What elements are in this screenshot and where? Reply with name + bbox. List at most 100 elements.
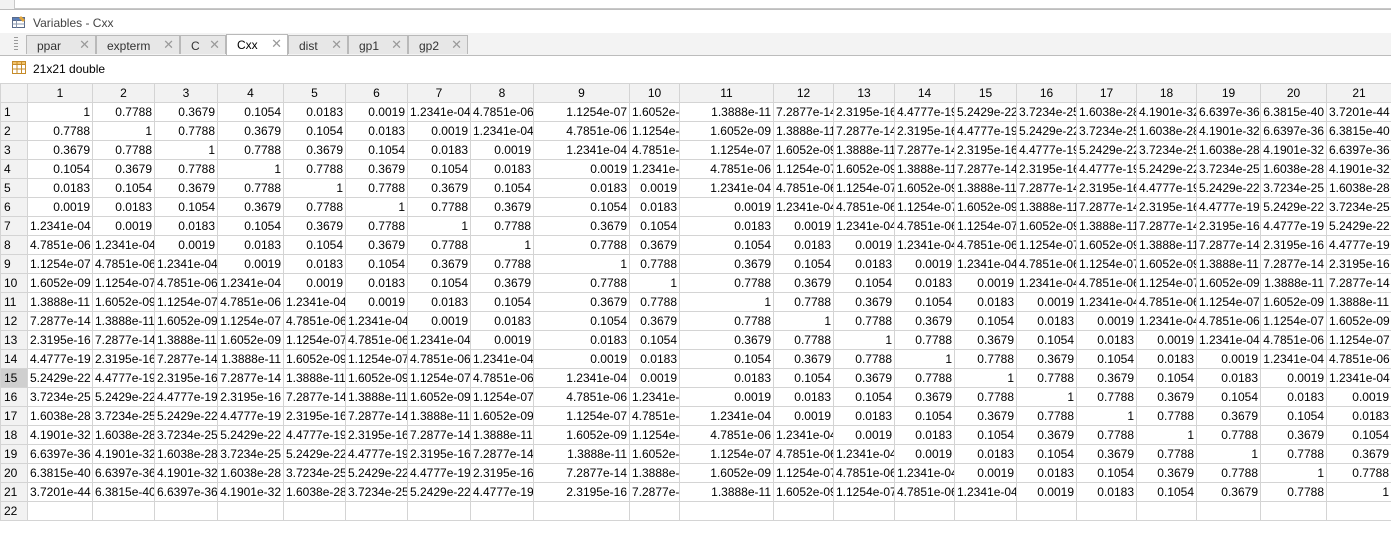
grid-cell[interactable]: 4.7851e-06 bbox=[894, 482, 955, 502]
grid-cell[interactable]: 1.1254e-07 bbox=[833, 482, 895, 502]
grid-cell[interactable]: 4.7851e-06 bbox=[629, 140, 680, 160]
grid-cell[interactable]: 1.2341e-04 bbox=[1260, 349, 1327, 369]
grid-cell[interactable]: 1.6038e-28 bbox=[1326, 178, 1391, 198]
grid-cell[interactable]: 0.7788 bbox=[679, 273, 774, 293]
grid-cell[interactable]: 7.2877e-14 bbox=[533, 463, 630, 483]
grid-cell[interactable]: 0.7788 bbox=[954, 387, 1017, 407]
grid-cell[interactable]: 5.2429e-22 bbox=[27, 368, 93, 388]
tab-ppar[interactable]: ppar ✕ bbox=[26, 35, 96, 54]
grid-cell[interactable]: 1.6052e-09 bbox=[470, 406, 534, 426]
grid-cell[interactable]: 1.3888e-11 bbox=[533, 444, 630, 464]
grid-cell[interactable]: 0.7788 bbox=[283, 197, 346, 217]
grid-cell[interactable]: 5.2429e-22 bbox=[1326, 216, 1391, 236]
grid-cell[interactable] bbox=[533, 501, 630, 521]
grid-cell[interactable]: 1.2341e-04 bbox=[773, 197, 834, 217]
grid-cell[interactable]: 0.7788 bbox=[1196, 425, 1261, 445]
grid-cell[interactable]: 1.6038e-28 bbox=[283, 482, 346, 502]
grid-cell[interactable]: 4.7851e-06 bbox=[154, 273, 218, 293]
grid-cell[interactable]: 7.2877e-14 bbox=[1196, 235, 1261, 255]
grid-cell[interactable]: 1.2341e-04 bbox=[470, 349, 534, 369]
grid-cell[interactable]: 1.6052e-09 bbox=[283, 349, 346, 369]
grid-cell[interactable]: 7.2877e-14 bbox=[894, 140, 955, 160]
tab-gp1[interactable]: gp1 ✕ bbox=[348, 35, 408, 54]
grid-cell[interactable]: 0.3679 bbox=[894, 387, 955, 407]
grid-cell[interactable]: 0.0183 bbox=[954, 292, 1017, 312]
grid-cell[interactable]: 0.0019 bbox=[283, 273, 346, 293]
grid-cell[interactable]: 5.2429e-22 bbox=[1016, 121, 1077, 141]
grid-cell[interactable]: 6.6397e-36 bbox=[154, 482, 218, 502]
grid-cell[interactable]: 1 bbox=[1136, 425, 1197, 445]
grid-cell[interactable]: 0.7788 bbox=[1136, 406, 1197, 426]
grid-cell[interactable]: 0.0183 bbox=[833, 406, 895, 426]
grid-cell[interactable] bbox=[894, 501, 955, 521]
grid-cell[interactable]: 0.3679 bbox=[533, 292, 630, 312]
grid-cell[interactable]: 1 bbox=[27, 102, 93, 122]
grid-cell[interactable]: 1.3888e-11 bbox=[629, 463, 680, 483]
grid-cell[interactable]: 0.1054 bbox=[217, 216, 284, 236]
grid-cell[interactable]: 0.1054 bbox=[954, 425, 1017, 445]
grid-cell[interactable] bbox=[1196, 501, 1261, 521]
grid-cell[interactable]: 4.1901e-32 bbox=[92, 444, 155, 464]
grid-cell[interactable]: 7.2877e-14 bbox=[629, 482, 680, 502]
grid-cell[interactable]: 0.3679 bbox=[894, 311, 955, 331]
column-header[interactable]: 17 bbox=[1076, 83, 1137, 103]
grid-cell[interactable]: 0.3679 bbox=[217, 121, 284, 141]
grid-cell[interactable]: 1 bbox=[679, 292, 774, 312]
grid-cell[interactable]: 0.0183 bbox=[470, 159, 534, 179]
grid-cell[interactable]: 0.3679 bbox=[283, 140, 346, 160]
grid-cell[interactable]: 1 bbox=[629, 273, 680, 293]
grid-cell[interactable]: 0.3679 bbox=[92, 159, 155, 179]
grid-cell[interactable]: 0.0019 bbox=[27, 197, 93, 217]
grid-cell[interactable]: 0.0019 bbox=[345, 102, 408, 122]
row-header[interactable]: 13 bbox=[0, 330, 28, 350]
grid-cell[interactable]: 1.2341e-04 bbox=[27, 216, 93, 236]
grid-cell[interactable]: 0.7788 bbox=[470, 216, 534, 236]
grid-cell[interactable]: 1.3888e-11 bbox=[679, 482, 774, 502]
grid-cell[interactable]: 1 bbox=[217, 159, 284, 179]
grid-cell[interactable]: 0.0019 bbox=[92, 216, 155, 236]
grid-cell[interactable]: 7.2877e-14 bbox=[833, 121, 895, 141]
grid-cell[interactable]: 1 bbox=[1016, 387, 1077, 407]
grid-cell[interactable]: 1.1254e-07 bbox=[894, 197, 955, 217]
grid-cell[interactable]: 0.0019 bbox=[154, 235, 218, 255]
grid-cell[interactable]: 0.7788 bbox=[773, 292, 834, 312]
grid-cell[interactable]: 0.7788 bbox=[1260, 482, 1327, 502]
grid-cell[interactable]: 0.3679 bbox=[345, 235, 408, 255]
grid-cell[interactable]: 0.7788 bbox=[833, 311, 895, 331]
grid-cell[interactable]: 6.6397e-36 bbox=[1260, 121, 1327, 141]
row-header[interactable]: 14 bbox=[0, 349, 28, 369]
grid-cell[interactable]: 0.7788 bbox=[679, 311, 774, 331]
grid-cell[interactable]: 0.3679 bbox=[629, 235, 680, 255]
grid-cell[interactable]: 0.1054 bbox=[217, 102, 284, 122]
grid-cell[interactable]: 0.0019 bbox=[1136, 330, 1197, 350]
grid-cell[interactable]: 0.0019 bbox=[679, 387, 774, 407]
grid-cell[interactable]: 1.1254e-07 bbox=[345, 349, 408, 369]
column-header[interactable]: 8 bbox=[470, 83, 534, 103]
tab-dist[interactable]: dist ✕ bbox=[288, 35, 348, 54]
grid-cell[interactable]: 7.2877e-14 bbox=[1326, 273, 1391, 293]
grid-cell[interactable]: 1 bbox=[154, 140, 218, 160]
grid-cell[interactable]: 1.2341e-04 bbox=[894, 235, 955, 255]
grid-cell[interactable]: 1.3888e-11 bbox=[773, 121, 834, 141]
grid-cell[interactable]: 0.7788 bbox=[533, 235, 630, 255]
grid-cell[interactable]: 6.3815e-40 bbox=[1326, 121, 1391, 141]
grid-cell[interactable]: 0.0183 bbox=[1016, 463, 1077, 483]
grid-cell[interactable]: 1.6052e-09 bbox=[954, 197, 1017, 217]
grid-cell[interactable]: 1.2341e-04 bbox=[773, 425, 834, 445]
grid-cell[interactable] bbox=[470, 501, 534, 521]
grid-cell[interactable]: 1.2341e-04 bbox=[629, 159, 680, 179]
grid-cell[interactable]: 4.4777e-19 bbox=[92, 368, 155, 388]
grid-cell[interactable]: 0.1054 bbox=[773, 254, 834, 274]
grid-cell[interactable]: 1.2341e-04 bbox=[470, 121, 534, 141]
grid-cell[interactable]: 4.7851e-06 bbox=[954, 235, 1017, 255]
grid-cell[interactable]: 0.0183 bbox=[533, 178, 630, 198]
grid-cell[interactable]: 3.7234e-25 bbox=[217, 444, 284, 464]
grid-cell[interactable]: 0.3679 bbox=[283, 216, 346, 236]
grid-cell[interactable]: 1.2341e-04 bbox=[679, 406, 774, 426]
grid-cell[interactable]: 4.7851e-06 bbox=[1260, 330, 1327, 350]
grid-cell[interactable]: 0.1054 bbox=[1016, 330, 1077, 350]
grid-cell[interactable]: 2.3195e-16 bbox=[1076, 178, 1137, 198]
grid-cell[interactable]: 6.6397e-36 bbox=[1326, 140, 1391, 160]
close-icon[interactable]: ✕ bbox=[391, 38, 402, 52]
grid-cell[interactable]: 0.0019 bbox=[773, 216, 834, 236]
